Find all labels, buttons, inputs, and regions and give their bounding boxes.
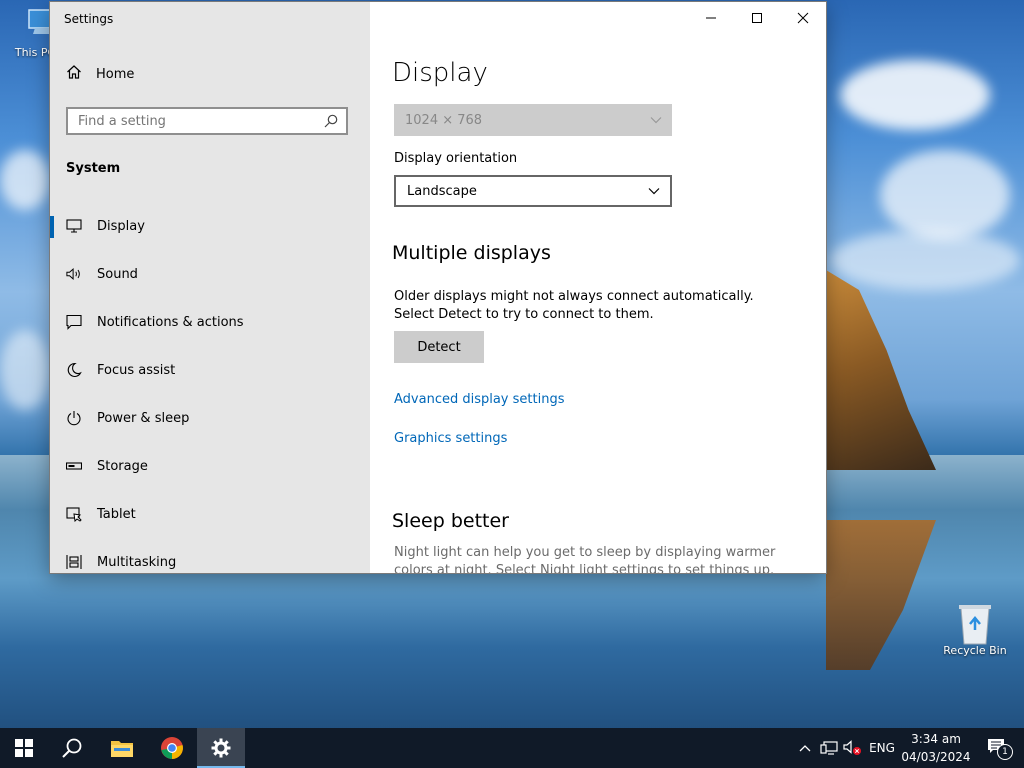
sleep-better-text: Night light can help you get to sleep by… (394, 545, 776, 573)
sidebar-item-label: Notifications & actions (97, 314, 244, 330)
start-button[interactable] (0, 728, 48, 768)
network-button[interactable] (818, 728, 840, 768)
sidebar-item-label: Multitasking (97, 554, 177, 570)
home-icon (66, 64, 82, 84)
sidebar-item-label: Focus assist (97, 362, 176, 378)
multiple-displays-text: Older displays might not always connect … (394, 289, 754, 322)
notification-icon (66, 314, 82, 330)
sidebar-item-label: Power & sleep (97, 410, 190, 426)
speaker-icon (66, 266, 82, 282)
sidebar-nav: Display Sound Notifications & actions Fo… (50, 202, 370, 573)
clock[interactable]: 3:34 am 04/03/2024 (900, 730, 972, 766)
home-nav[interactable]: Home (66, 64, 134, 84)
computer-icon (15, 4, 56, 42)
sidebar: Settings Home System Display (50, 2, 370, 573)
power-icon (66, 410, 82, 426)
sidebar-item-display[interactable]: Display (50, 202, 370, 250)
language-indicator[interactable]: ENG (866, 728, 898, 768)
search-input[interactable] (68, 109, 328, 133)
action-center-button[interactable]: 1 (978, 728, 1018, 768)
resolution-value: 1024 × 768 (405, 112, 483, 128)
chrome-icon (161, 737, 183, 759)
orientation-label: Display orientation (394, 151, 518, 166)
orientation-dropdown[interactable]: Landscape (394, 175, 672, 207)
orientation-value: Landscape (407, 183, 477, 199)
volume-muted-icon (843, 740, 861, 755)
search-icon (62, 738, 82, 758)
file-explorer-button[interactable] (98, 728, 146, 768)
search-box[interactable] (66, 107, 348, 135)
resolution-dropdown[interactable]: 1024 × 768 (394, 104, 672, 136)
folder-icon (111, 741, 133, 757)
chevron-down-icon (648, 184, 660, 199)
advanced-display-settings-link[interactable]: Advanced display settings (394, 392, 564, 407)
sidebar-item-label: Tablet (97, 506, 136, 522)
sidebar-item-power-sleep[interactable]: Power & sleep (50, 394, 370, 442)
sidebar-item-label: Sound (97, 266, 138, 282)
desktop-icon-label: Recycle Bin (943, 644, 1007, 657)
clock-time: 3:34 am (911, 732, 961, 746)
tablet-icon (66, 506, 82, 522)
section-heading: System (66, 161, 121, 176)
taskbar: ENG 3:34 am 04/03/2024 1 (0, 728, 1024, 768)
graphics-settings-link[interactable]: Graphics settings (394, 431, 507, 446)
sidebar-item-notifications[interactable]: Notifications & actions (50, 298, 370, 346)
sleep-better-heading: Sleep better (392, 510, 509, 532)
multiple-displays-heading: Multiple displays (392, 242, 551, 264)
search-taskbar-button[interactable] (48, 728, 96, 768)
moon-icon (66, 362, 82, 378)
home-label: Home (96, 66, 135, 82)
network-icon (820, 741, 838, 755)
sidebar-item-label: Display (97, 218, 145, 234)
chrome-button[interactable] (148, 728, 196, 768)
desktop-icon-recycle-bin[interactable]: Recycle Bin (940, 602, 1010, 657)
clock-date: 04/03/2024 (901, 750, 971, 764)
sidebar-item-storage[interactable]: Storage (50, 442, 370, 490)
storage-icon (66, 458, 82, 474)
sidebar-item-label: Storage (97, 458, 148, 474)
multitasking-icon (66, 554, 82, 570)
show-hidden-icons-button[interactable] (796, 728, 814, 768)
sidebar-item-tablet[interactable]: Tablet (50, 490, 370, 538)
page-title: Display (392, 58, 488, 88)
monitor-icon (66, 218, 82, 234)
windows-logo-icon (15, 739, 33, 757)
settings-window: Settings Home System Display (50, 2, 826, 573)
settings-taskbar-button[interactable] (197, 728, 245, 768)
chevron-up-icon (799, 745, 811, 752)
sidebar-item-multitasking[interactable]: Multitasking (50, 538, 370, 573)
volume-button[interactable] (842, 728, 864, 768)
sidebar-item-sound[interactable]: Sound (50, 250, 370, 298)
recycle-bin-icon (955, 602, 995, 645)
content-pane: Display 1024 × 768 Display orientation L… (370, 2, 826, 573)
chevron-down-icon (650, 113, 662, 128)
sidebar-item-focus-assist[interactable]: Focus assist (50, 346, 370, 394)
notification-count-badge: 1 (997, 744, 1013, 760)
search-icon[interactable] (324, 114, 338, 132)
detect-button[interactable]: Detect (394, 331, 484, 363)
gear-icon (211, 738, 231, 758)
window-title: Settings (64, 12, 114, 26)
